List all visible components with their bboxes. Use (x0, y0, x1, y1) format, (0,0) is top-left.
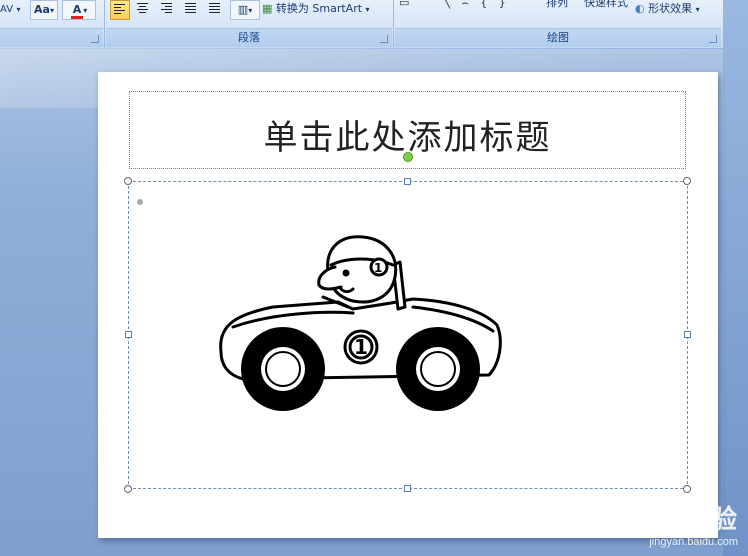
group-separator (104, 0, 105, 48)
chevron-down-icon: ▾ (365, 5, 370, 14)
resize-handle-top-right[interactable] (683, 177, 691, 185)
ribbon: AV ▾ Aa▾ A ▾ ▥▾ ▦ 转换为 SmartArt ▾ 段落 ▭ ⌒ … (0, 0, 748, 49)
editing-group-strip (723, 0, 748, 556)
paragraph-dialog-launcher[interactable] (380, 35, 388, 43)
shape-effects-label: 形状效果 (648, 2, 693, 15)
drawing-dialog-launcher[interactable] (709, 35, 717, 43)
paragraph-group-label: 段落 (106, 28, 392, 47)
shapes-gallery[interactable]: ▭ ⌒ ╲ ⌢ { } (399, 0, 523, 12)
align-right-button[interactable] (158, 0, 176, 18)
watermark-url: jingyan.baidu.com (649, 536, 738, 548)
align-center-button[interactable] (134, 0, 152, 18)
font-group-label (0, 28, 103, 47)
change-case-label: Aa (34, 3, 50, 16)
shapes-icon: ▭ ⌒ ╲ ⌢ { } (399, 0, 510, 9)
drawing-group: ▭ ⌒ ╲ ⌢ { } 排列 快速样式 ◐ 形状效果 ▾ 绘图 (395, 0, 721, 48)
distributed-icon (209, 3, 220, 15)
justify-button[interactable] (182, 0, 200, 18)
smartart-label: 转换为 SmartArt (275, 2, 363, 15)
font-color-button[interactable]: A ▾ (62, 0, 96, 20)
font-group: AV ▾ Aa▾ A ▾ (0, 0, 103, 48)
resize-handle-top-left[interactable] (124, 177, 132, 185)
rotate-handle[interactable] (403, 152, 413, 162)
align-right-icon (161, 3, 172, 15)
resize-handle-bottom[interactable] (404, 485, 411, 492)
svg-text:1: 1 (354, 335, 368, 359)
font-dialog-launcher[interactable] (91, 35, 99, 43)
resize-handle-bottom-right[interactable] (683, 485, 691, 493)
watermark-logo: Bai 经验 (632, 504, 738, 534)
char-spacing-button[interactable]: AV ▾ (0, 0, 28, 18)
resize-handle-top[interactable] (404, 178, 411, 185)
columns-icon: ▥ (237, 3, 249, 16)
font-color-label: A (70, 3, 84, 19)
resize-handle-left[interactable] (125, 331, 132, 338)
distributed-button[interactable] (206, 0, 224, 18)
svg-text:1: 1 (374, 261, 382, 275)
baidu-watermark: Bai 经验 jingyan.baidu.com (632, 499, 738, 548)
group-separator (393, 0, 394, 48)
slide[interactable]: 单击此处添加标题 1 1 (98, 72, 718, 538)
chevron-down-icon: ▾ (16, 5, 21, 14)
convert-smartart-button[interactable]: ▦ 转换为 SmartArt ▾ (262, 0, 390, 18)
align-left-icon (114, 4, 125, 16)
shape-effects-icon: ◐ (635, 2, 645, 15)
align-left-button[interactable] (110, 0, 130, 20)
bullet-dot (137, 199, 143, 205)
chevron-down-icon: ▾ (83, 6, 88, 15)
smartart-icon: ▦ (262, 2, 273, 15)
resize-handle-bottom-left[interactable] (124, 485, 132, 493)
paragraph-group: ▥▾ ▦ 转换为 SmartArt ▾ 段落 (106, 0, 392, 48)
align-center-icon (137, 3, 148, 15)
quick-styles-label: 快速样式 (584, 0, 628, 9)
race-car-image[interactable]: 1 1 (213, 227, 505, 417)
arrange-label: 排列 (546, 0, 568, 9)
change-case-button[interactable]: Aa▾ (30, 0, 58, 20)
chevron-down-icon: ▾ (248, 6, 253, 15)
char-spacing-label: AV (0, 4, 14, 15)
chevron-down-icon: ▾ (695, 5, 700, 14)
quick-styles-button[interactable]: 快速样式 (581, 0, 631, 12)
arrange-button[interactable]: 排列 (541, 0, 573, 12)
resize-handle-right[interactable] (684, 331, 691, 338)
drawing-group-label: 绘图 (395, 28, 721, 47)
justify-icon (185, 3, 196, 15)
chevron-down-icon: ▾ (49, 6, 54, 15)
columns-button[interactable]: ▥▾ (230, 0, 260, 20)
shape-effects-button[interactable]: ◐ 形状效果 ▾ (635, 0, 717, 18)
